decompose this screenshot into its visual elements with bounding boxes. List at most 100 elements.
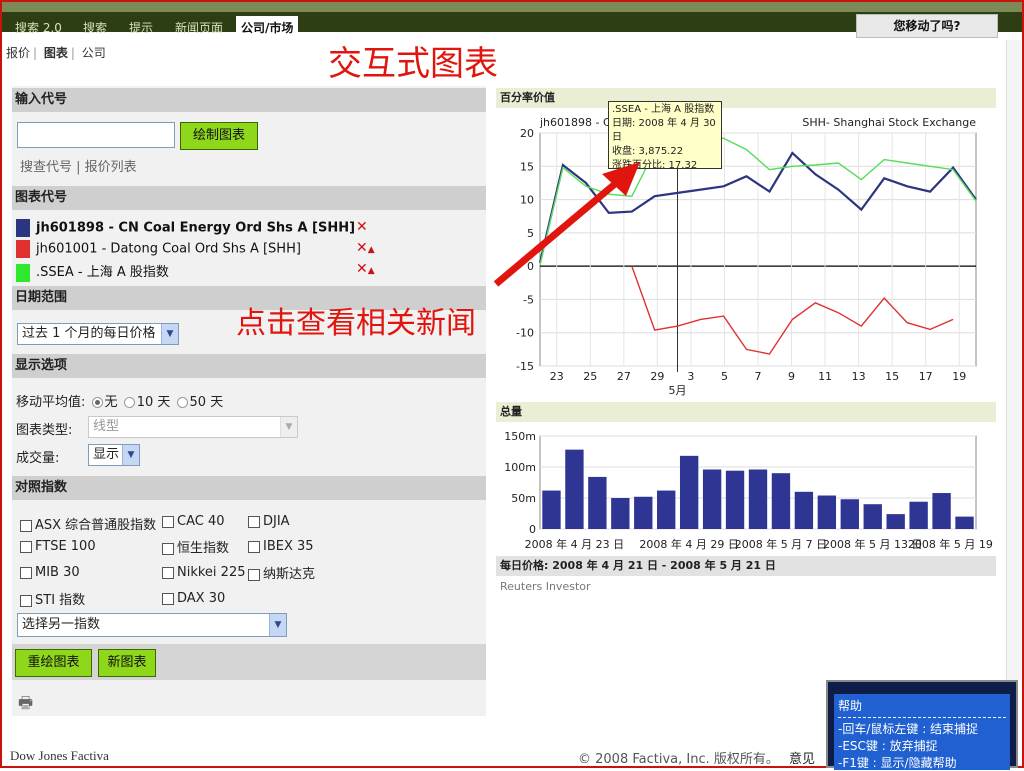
volume-bar-chart: 150m 100m 50m 02008 年 4 月 23 日 2008 年 4 月 29… — [504, 430, 996, 551]
volume-bar — [588, 476, 607, 529]
footer-brand: Dow Jones Factiva — [10, 748, 109, 763]
x-tick-label: 15 — [885, 370, 899, 383]
x-tick-label: 11 — [818, 370, 832, 383]
move-up-icon[interactable]: ▲ — [368, 245, 375, 255]
y-tick-label: 5 — [527, 227, 534, 240]
legend-left: jh601898 - CN — [539, 116, 619, 129]
swatch-blue — [16, 219, 30, 237]
chevron-down-icon: ▼ — [161, 324, 178, 344]
percent-line-chart[interactable]: 20 15 10 5 0 -5 -10 -15 23 25 27 29 3 5 7 9 11 13 15 17 19 5月… — [496, 108, 996, 403]
section-chart-symbols: 图表代号 — [12, 186, 486, 210]
search-symbol-link[interactable]: 搜查代号 — [20, 160, 72, 175]
index-checkbox-hangseng[interactable]: 恒生指数 — [162, 537, 229, 556]
symbol-row-1: jh601898 - CN Coal Energy Ord Shs A [SHH… — [16, 219, 355, 237]
print-icon[interactable]: 🖶 — [18, 692, 33, 719]
date-range-select[interactable]: 过去 1 个月的每日价格 ▼ — [17, 323, 179, 345]
volume-bar — [702, 469, 722, 529]
left-panel: 输入代号 绘制图表 搜查代号 | 报价列表 图表代号 jh601898 - CN… — [12, 86, 486, 716]
help-content: 帮助 -回车/鼠标左键 : 结束捕捉 -ESC键 : 放弃捕捉 -F1键 : 显… — [834, 694, 1010, 770]
index-checkbox-djia[interactable]: DJIA — [248, 514, 290, 529]
volume-bar — [840, 499, 859, 529]
y-tick-label: 50m — [511, 492, 536, 505]
volume-bar — [748, 469, 768, 529]
legend-right: SHH- Shanghai Stock Exchange — [802, 116, 976, 129]
index-checkbox-ftse[interactable]: FTSE 100 — [20, 539, 96, 554]
x-tick-label: 19 — [952, 370, 966, 383]
percent-chart-title: 百分率价值 — [496, 88, 996, 108]
remove-icon[interactable]: ✕ — [356, 219, 368, 235]
index-checkbox-ibex[interactable]: IBEX 35 — [248, 539, 314, 554]
y-tick-label: 20 — [520, 127, 534, 140]
y-tick-label: 100m — [504, 461, 536, 474]
volume-bar — [932, 493, 951, 529]
symbol-input[interactable] — [17, 122, 175, 148]
draw-chart-button[interactable]: 绘制图表 — [180, 122, 258, 150]
volume-bar — [634, 496, 653, 529]
x-tick-label: 2008 年 5 月 19 日 — [908, 537, 996, 551]
index-checkbox-nikkei[interactable]: Nikkei 225 — [162, 565, 246, 580]
data-tooltip: .SSEA - 上海 A 股指数 日期: 2008 年 4 月 30 日 收盘:… — [608, 101, 722, 171]
tab-news-pages[interactable]: 新闻页面 — [170, 18, 228, 38]
annotation-title: 交互式图表 — [328, 44, 498, 84]
index-checkbox-asx[interactable]: ASX 综合普通股指数 — [20, 514, 156, 533]
index-checkbox-nasdaq[interactable]: 纳斯达克 — [248, 563, 315, 582]
chart-type-select[interactable]: 线型 ▼ — [88, 416, 298, 438]
remove-icon[interactable]: ✕▲ — [356, 261, 375, 277]
ma-none-radio[interactable] — [91, 397, 103, 408]
subnav-companies[interactable]: 公司 — [82, 46, 106, 60]
tab-search-2[interactable]: 搜索 2.0 — [10, 18, 67, 38]
x-tick-label: 25 — [583, 370, 597, 383]
index-checkbox-cac40[interactable]: CAC 40 — [162, 514, 225, 529]
help-panel: 帮助 -回车/鼠标左键 : 结束捕捉 -ESC键 : 放弃捕捉 -F1键 : 显… — [826, 680, 1018, 770]
annotation-arrow-text: 点击查看相关新闻 — [236, 306, 476, 341]
y-tick-label: 150m — [504, 430, 536, 443]
section-symbol-input: 输入代号 — [12, 88, 486, 112]
volume-bar — [794, 491, 814, 529]
x-tick-label: 27 — [617, 370, 631, 383]
source-credit: Reuters Investor — [500, 580, 591, 593]
moved-prompt[interactable]: 您移动了吗? — [856, 14, 998, 38]
other-index-select[interactable]: 选择另一指数 ▼ — [17, 613, 287, 637]
swatch-green — [16, 263, 30, 282]
x-tick-label: 9 — [788, 370, 795, 383]
x-tick-label: 29 — [650, 370, 664, 383]
volume-bar — [657, 490, 676, 529]
volume-bar — [863, 504, 882, 529]
volume-bar — [817, 495, 837, 529]
tab-companies-markets[interactable]: 公司/市场 — [236, 16, 299, 40]
index-checkbox-sti[interactable]: STI 指数 — [20, 589, 85, 608]
top-strip — [2, 2, 1022, 12]
top-nav: 搜索 2.0 搜索 提示 新闻页面 公司/市场 您移动了吗? — [2, 2, 1022, 40]
index-checkbox-mib[interactable]: MIB 30 — [20, 565, 80, 580]
quote-list-link[interactable]: 报价列表 — [85, 160, 137, 175]
volume-bar — [542, 490, 561, 529]
ma-50-radio[interactable] — [176, 397, 188, 408]
x-tick-label: 17 — [919, 370, 933, 383]
move-up-icon[interactable]: ▲ — [368, 266, 375, 276]
tab-search[interactable]: 搜索 — [78, 18, 112, 38]
symbol-row-2: jh601001 - Datong Coal Ord Shs A [SHH] — [16, 240, 301, 258]
x-tick-label: 7 — [755, 370, 762, 383]
sub-nav: 报价 | 图表 | 公司 — [6, 46, 106, 60]
chevron-down-icon: ▼ — [269, 614, 286, 636]
swatch-red — [16, 240, 30, 258]
volume-bar — [909, 501, 928, 529]
subnav-charts[interactable]: 图表 — [44, 46, 68, 60]
redraw-chart-button[interactable]: 重绘图表 — [15, 649, 92, 677]
y-tick-label: -10 — [516, 327, 534, 340]
x-tick-label: 2008 年 4 月 23 日 — [525, 537, 624, 551]
moving-average-row: 移动平均值: 无 10 天 50 天 — [16, 395, 224, 410]
ma-10-radio[interactable] — [123, 397, 135, 408]
index-checkbox-dax[interactable]: DAX 30 — [162, 591, 225, 606]
remove-icon[interactable]: ✕▲ — [356, 240, 375, 256]
new-chart-button[interactable]: 新图表 — [98, 649, 156, 677]
subnav-quotes[interactable]: 报价 — [6, 46, 30, 60]
section-compare-index: 对照指数 — [12, 476, 486, 500]
volume-select[interactable]: 显示 ▼ — [88, 444, 140, 466]
scrollbar[interactable] — [1006, 40, 1021, 680]
feedback-link[interactable]: 意见 — [789, 752, 815, 767]
y-tick-label: 10 — [520, 194, 534, 207]
tab-alerts[interactable]: 提示 — [124, 18, 158, 38]
x-tick-label: 2008 年 5 月 7 日 — [735, 537, 827, 551]
y-tick-label: 0 — [527, 260, 534, 273]
